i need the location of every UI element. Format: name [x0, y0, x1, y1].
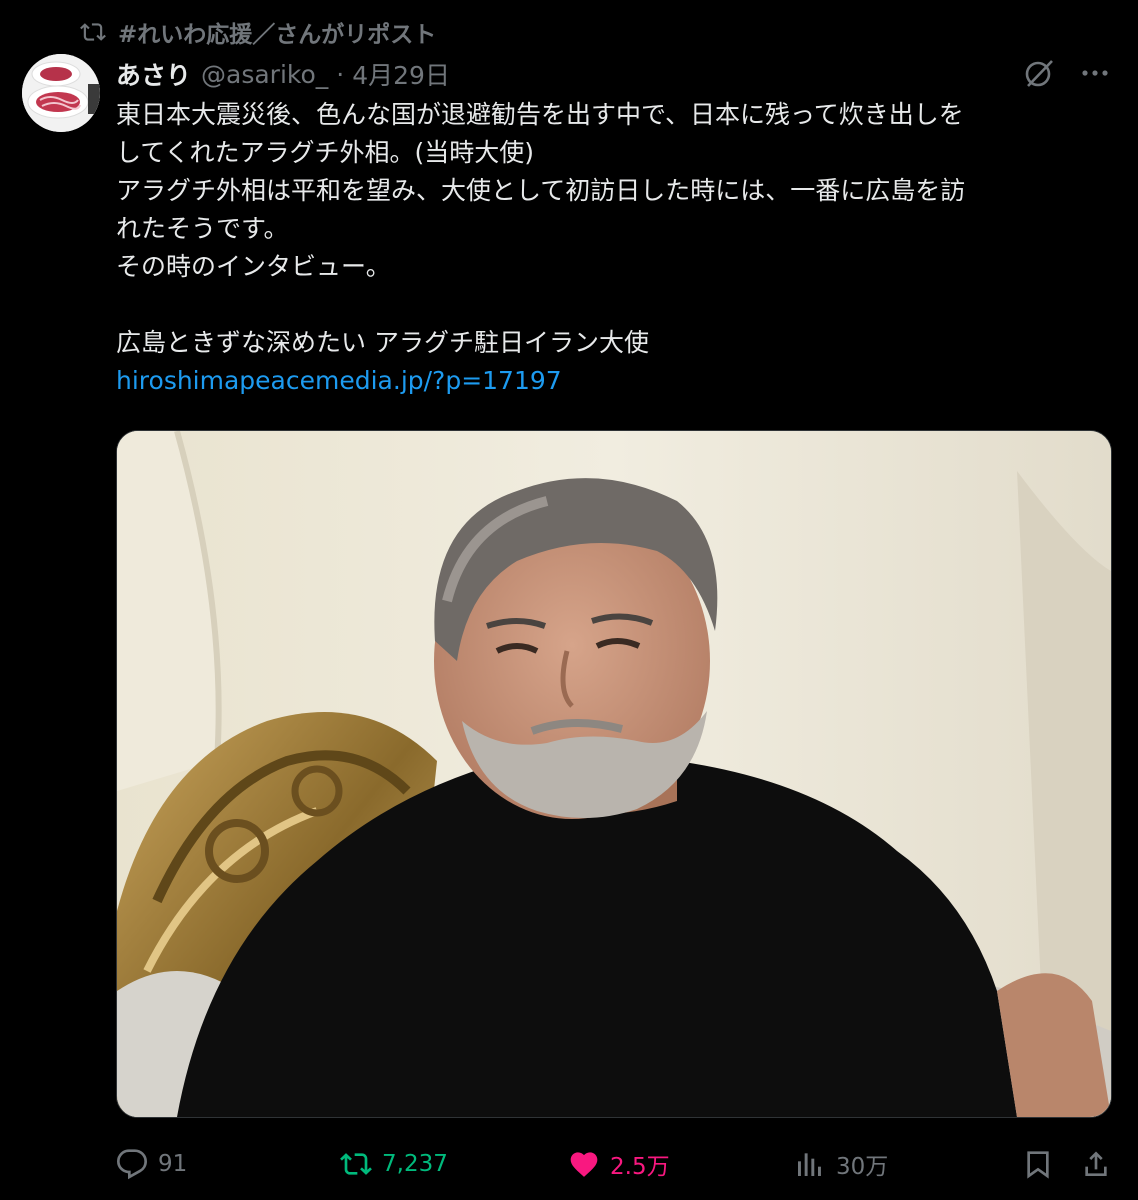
repost-count: 7,237: [382, 1151, 448, 1177]
tweet-link[interactable]: hiroshimapeacemedia.jp/?p=17197: [116, 362, 1116, 400]
header-actions: [1022, 56, 1112, 90]
heart-icon: [570, 1152, 598, 1177]
repost-button[interactable]: 7,237: [340, 1148, 448, 1180]
tweet-line: れたそうです。: [116, 214, 289, 243]
display-name[interactable]: あさり: [116, 56, 191, 92]
tweet-header: あさり @asariko_ · 4月29日: [116, 54, 450, 94]
views-button[interactable]: 30万: [794, 1147, 888, 1181]
tweet-line: アラグチ外相は平和を望み、大使として初訪日した時には、一番に広島を訪: [116, 176, 966, 205]
action-bar: 91 7,237 2.5万 30万: [116, 1142, 1114, 1186]
tweet-line: その時のインタビュー。: [116, 252, 391, 281]
like-button[interactable]: 2.5万: [568, 1147, 670, 1181]
reply-button[interactable]: 91: [116, 1148, 187, 1180]
tweet-line: してくれたアラグチ外相。(当時大使): [116, 138, 535, 167]
tweet-line: 広島ときずな深めたい アラグチ駐日イラン大使: [116, 328, 649, 357]
separator-dot: ·: [336, 59, 345, 89]
media-photo: [117, 431, 1111, 1117]
bookmark-icon: [1027, 1151, 1049, 1179]
post-date[interactable]: 4月29日: [352, 56, 450, 92]
share-button[interactable]: [1080, 1148, 1112, 1180]
like-count: 2.5万: [610, 1154, 670, 1180]
repost-banner-text: #れいわ応援／さんがリポスト: [118, 22, 437, 48]
repost-banner[interactable]: #れいわ応援／さんがリポスト: [80, 14, 436, 50]
more-icon[interactable]: [1078, 56, 1112, 90]
bookmark-button[interactable]: [1022, 1148, 1054, 1180]
repost-icon: [80, 23, 106, 41]
share-icon: [1085, 1151, 1107, 1176]
reply-icon: [116, 1149, 148, 1180]
tweet-media[interactable]: [116, 430, 1112, 1118]
repost-icon: [340, 1153, 372, 1175]
tweet-text: 東日本大震災後、色んな国が退避勧告を出す中で、日本に残って炊き出しを してくれた…: [116, 96, 1116, 400]
user-handle[interactable]: @asariko_: [201, 60, 328, 89]
avatar[interactable]: [22, 54, 100, 132]
avatar-image: [22, 54, 100, 132]
tweet-line: 東日本大震災後、色んな国が退避勧告を出す中で、日本に残って炊き出しを: [116, 100, 964, 129]
views-icon: [798, 1153, 821, 1176]
reply-count: 91: [158, 1151, 188, 1177]
view-count: 30万: [836, 1154, 889, 1180]
grok-icon[interactable]: [1022, 56, 1056, 90]
